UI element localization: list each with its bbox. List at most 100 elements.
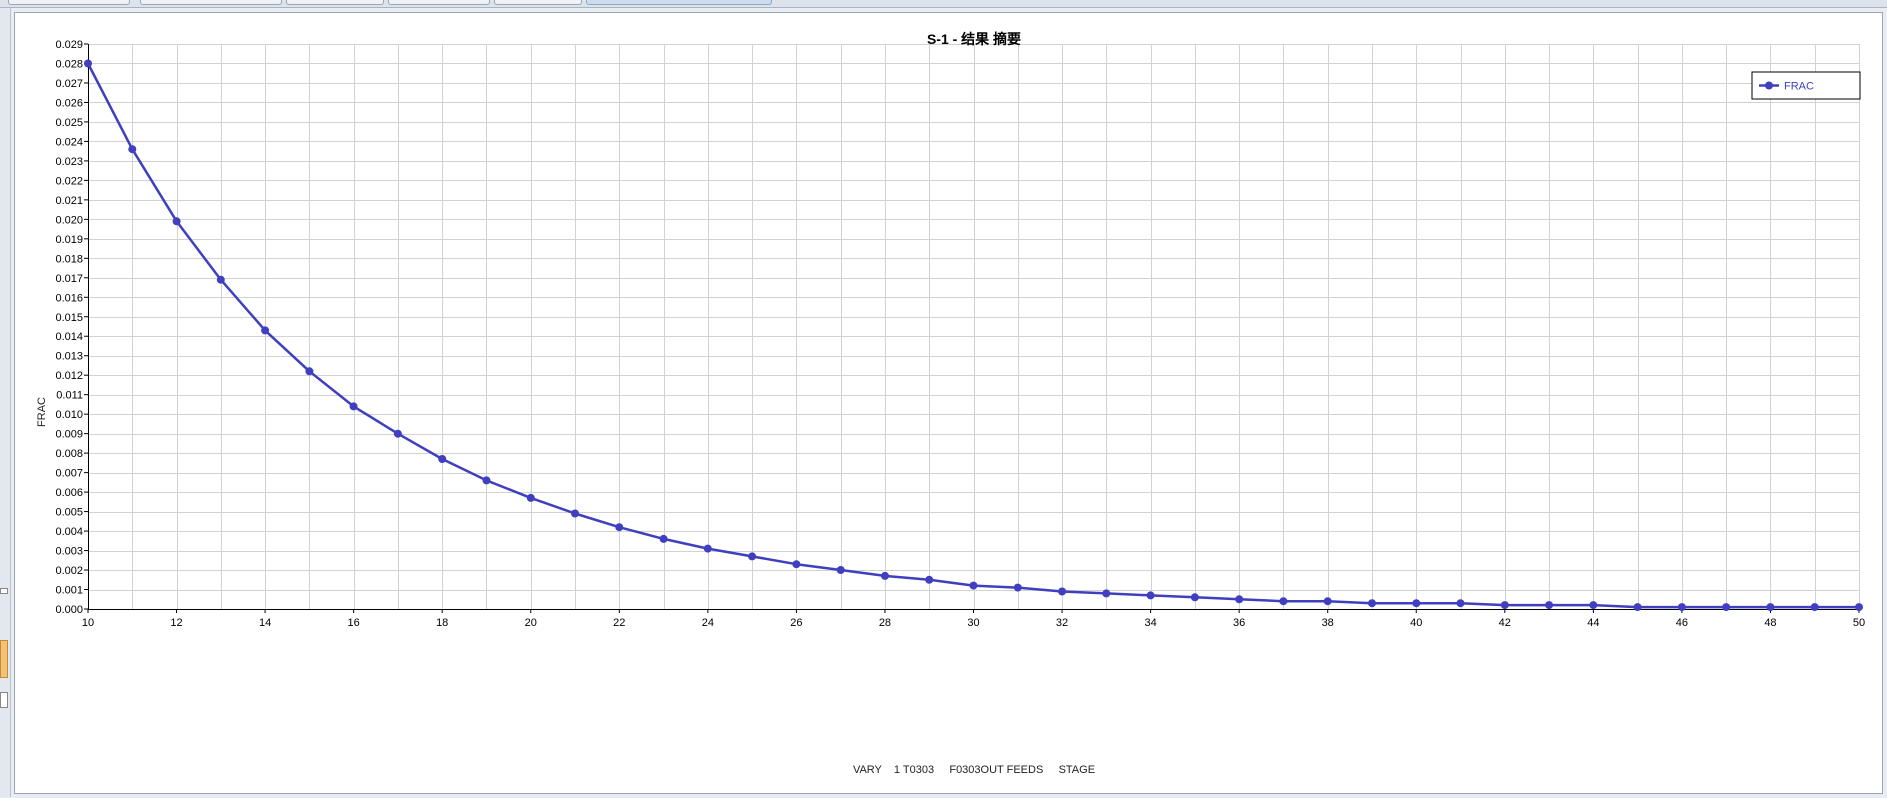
- series-layer: [84, 59, 1863, 612]
- dock-tab-icon[interactable]: [0, 692, 8, 708]
- y-tick-label: 0.018: [55, 253, 83, 265]
- data-point: [128, 145, 137, 154]
- legend-label: FRAC: [1784, 81, 1814, 93]
- data-point: [84, 59, 92, 68]
- grid: [88, 44, 1860, 610]
- y-tick-label: 0.025: [55, 117, 83, 129]
- data-point: [792, 560, 801, 569]
- document-tab-active[interactable]: [586, 0, 772, 5]
- y-tick-label: 0.013: [55, 351, 83, 363]
- data-point: [836, 566, 845, 574]
- data-point: [1013, 583, 1022, 592]
- data-point: [1102, 589, 1111, 598]
- data-point: [482, 476, 491, 485]
- data-point: [969, 581, 978, 590]
- data-point: [659, 534, 668, 543]
- x-tick-label: 44: [1587, 617, 1599, 629]
- x-tick-label: 26: [790, 617, 802, 629]
- y-tick-label: 0.026: [55, 97, 83, 109]
- y-tick-label: 0.019: [55, 234, 83, 246]
- x-tick-label: 40: [1410, 617, 1422, 629]
- data-point: [571, 509, 579, 518]
- chart-panel: 10 12 14 16 18 20 22 24 26 28 30 32 34 36 38 40 42 44 46 48…: [14, 12, 1883, 794]
- document-tab-strip: [0, 0, 1887, 8]
- x-tick-label: 50: [1853, 617, 1865, 629]
- document-tab[interactable]: [388, 0, 490, 5]
- legend: FRAC: [1751, 71, 1861, 100]
- y-tick-label: 0.003: [55, 546, 83, 558]
- data-point: [1722, 603, 1731, 612]
- document-tab[interactable]: [286, 0, 384, 5]
- data-point: [1810, 603, 1819, 612]
- data-point: [216, 275, 225, 284]
- x-tick-label: 12: [170, 617, 182, 629]
- data-point: [1368, 599, 1376, 608]
- data-point: [393, 429, 402, 438]
- data-point: [1545, 601, 1554, 610]
- data-point: [881, 571, 889, 580]
- data-point: [1633, 603, 1642, 612]
- data-point: [438, 455, 447, 463]
- x-tick-label: 14: [259, 617, 271, 629]
- document-tab[interactable]: [140, 0, 282, 5]
- y-tick-label: 0.027: [55, 78, 83, 90]
- x-tick-label: 22: [613, 617, 625, 629]
- y-tick-label: 0.017: [55, 273, 83, 285]
- data-point: [703, 544, 712, 553]
- line-chart: 10 12 14 16 18 20 22 24 26 28 30 32 34 36 38 40 42 44 46 48…: [36, 31, 1865, 776]
- y-tick-label: 0.029: [55, 39, 83, 51]
- y-tick-label: 0.007: [55, 468, 83, 480]
- data-point: [261, 326, 270, 335]
- x-tick-label: 10: [82, 617, 94, 629]
- y-tick-label: 0.016: [55, 292, 83, 304]
- data-point: [1146, 591, 1155, 600]
- data-point: [1058, 587, 1067, 596]
- document-tab[interactable]: [8, 0, 130, 5]
- data-point: [1677, 603, 1686, 612]
- data-point: [349, 402, 358, 411]
- x-tick-label: 24: [702, 617, 714, 629]
- data-point: [925, 575, 934, 584]
- y-tick-label: 0.023: [55, 156, 83, 168]
- y-tick-label: 0.008: [55, 448, 83, 460]
- data-point: [1412, 599, 1421, 608]
- y-axis-ticks: 0.000 0.001 0.002 0.003 0.004 0.005 0.006 0.007…: [55, 39, 88, 616]
- data-point: [748, 552, 757, 561]
- data-point: [1190, 593, 1199, 602]
- y-tick-label: 0.009: [55, 429, 83, 441]
- data-point: [305, 367, 314, 376]
- y-tick-label: 0.024: [55, 136, 83, 148]
- y-tick-label: 0.011: [56, 390, 83, 402]
- data-point: [1500, 601, 1509, 610]
- left-dock-gutter: [0, 8, 11, 797]
- data-point: [526, 493, 535, 502]
- legend-marker-swatch: [1765, 81, 1773, 90]
- y-tick-label: 0.004: [55, 526, 83, 538]
- x-tick-label: 28: [879, 617, 891, 629]
- data-point: [1855, 603, 1863, 612]
- y-tick-label: 0.001: [55, 585, 83, 597]
- dock-tab-icon[interactable]: [0, 640, 8, 678]
- document-tab[interactable]: [494, 0, 582, 5]
- data-point: [1766, 603, 1775, 612]
- y-tick-label: 0.006: [55, 487, 83, 499]
- x-tick-label: 18: [436, 617, 448, 629]
- y-tick-label: 0.021: [55, 195, 83, 207]
- y-tick-label: 0.000: [55, 604, 83, 616]
- x-tick-label: 30: [967, 617, 979, 629]
- y-tick-label: 0.002: [55, 565, 83, 577]
- data-point: [1589, 601, 1598, 610]
- y-tick-label: 0.014: [55, 331, 83, 343]
- y-tick-label: 0.020: [55, 214, 83, 226]
- dock-marker: [0, 588, 8, 594]
- y-tick-label: 0.005: [55, 507, 83, 519]
- y-axis-label: FRAC: [36, 397, 48, 427]
- x-tick-label: 42: [1499, 617, 1511, 629]
- x-tick-label: 34: [1144, 617, 1156, 629]
- data-point: [1235, 595, 1244, 604]
- data-point: [172, 217, 181, 226]
- x-axis-ticks: 10 12 14 16 18 20 22 24 26 28 30 32 34 36 38 40 42 44 46 48…: [82, 609, 1865, 629]
- x-axis-label: VARY 1 T0303 F0303OUT FEEDS STAGE: [853, 764, 1095, 776]
- data-point: [1279, 597, 1288, 606]
- x-tick-label: 46: [1676, 617, 1688, 629]
